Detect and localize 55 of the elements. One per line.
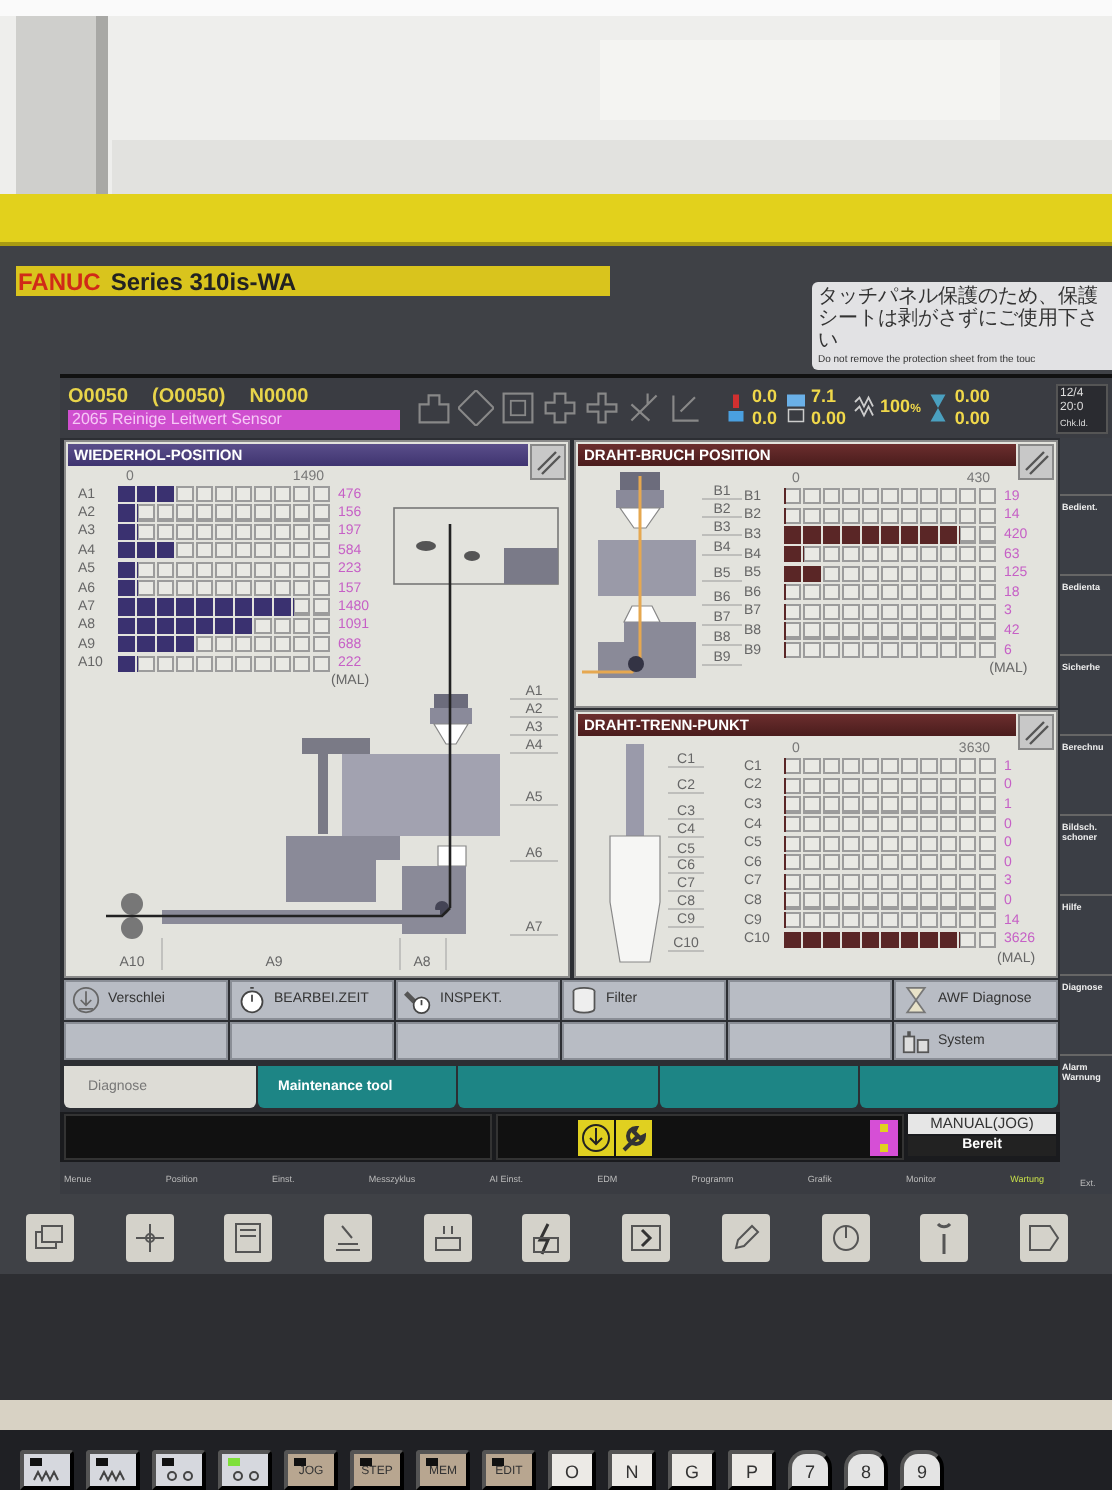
bottles-icon xyxy=(902,1026,930,1055)
lightning-icon[interactable] xyxy=(528,1220,565,1256)
key[interactable]: G xyxy=(668,1450,716,1490)
cylinder-icon xyxy=(570,985,598,1014)
crosshair-icon[interactable] xyxy=(131,1220,168,1256)
program-number: (O0050) xyxy=(152,386,226,408)
key[interactable]: P xyxy=(728,1450,776,1490)
key[interactable] xyxy=(152,1450,206,1490)
reading-value: 7.1 xyxy=(811,386,839,408)
key[interactable]: 8 xyxy=(844,1450,888,1490)
hatch-button[interactable] xyxy=(1018,714,1054,750)
circles-icon xyxy=(229,1470,261,1482)
blank-key[interactable] xyxy=(728,1021,892,1060)
wrench-clock-icon xyxy=(404,985,432,1014)
arrow-tag-icon[interactable] xyxy=(1025,1220,1062,1256)
hatch-button[interactable] xyxy=(530,444,566,480)
model-text: Series 310is-WA xyxy=(110,267,297,295)
diamond-icon xyxy=(458,390,494,426)
dial-icon[interactable] xyxy=(827,1220,863,1256)
wave-icon xyxy=(97,1470,129,1482)
reading-value: 0.00 xyxy=(811,408,847,430)
hatch-button[interactable] xyxy=(1018,444,1054,480)
arrow-circle-icon xyxy=(72,985,100,1014)
stopwatch-icon xyxy=(238,985,266,1014)
reading-value: 0.00 xyxy=(954,408,990,430)
arrow-circle-icon xyxy=(578,1119,614,1155)
document-icon[interactable] xyxy=(230,1220,267,1256)
blank-key[interactable] xyxy=(396,1021,560,1060)
sequence-number: N0000 xyxy=(249,386,309,408)
cross-icon xyxy=(584,390,620,426)
hourglass-icon xyxy=(902,985,930,1014)
blank-key[interactable] xyxy=(562,1021,726,1060)
key[interactable] xyxy=(86,1450,140,1490)
reading-value: 0.00 xyxy=(954,386,990,408)
key[interactable]: O xyxy=(548,1450,596,1490)
program-number: O0050 xyxy=(68,386,129,408)
key[interactable]: 7 xyxy=(788,1450,832,1490)
target-icon xyxy=(500,390,536,426)
alarm-message: 2065 Reinige Leitwert Sensor xyxy=(68,410,400,430)
step-icon xyxy=(416,390,452,426)
sticker-text: タッチパネル保護のため、保護シートは剥がさずにご使用下さい xyxy=(818,286,1100,352)
brand-text: FANUC xyxy=(18,267,101,295)
key[interactable] xyxy=(20,1450,74,1490)
lamp-icon xyxy=(870,1119,898,1155)
blank-key[interactable] xyxy=(230,1021,394,1060)
key[interactable]: N xyxy=(608,1450,656,1490)
key[interactable]: 9 xyxy=(900,1450,944,1490)
chevron-icon[interactable] xyxy=(628,1220,665,1256)
key[interactable] xyxy=(218,1450,272,1490)
reading-value: 0.0 xyxy=(752,408,778,430)
cross-icon xyxy=(542,390,578,426)
reading-value: 0.0 xyxy=(752,386,778,408)
blank-key[interactable] xyxy=(64,1021,228,1060)
wave-icon xyxy=(31,1470,63,1482)
circles-icon xyxy=(163,1470,195,1482)
